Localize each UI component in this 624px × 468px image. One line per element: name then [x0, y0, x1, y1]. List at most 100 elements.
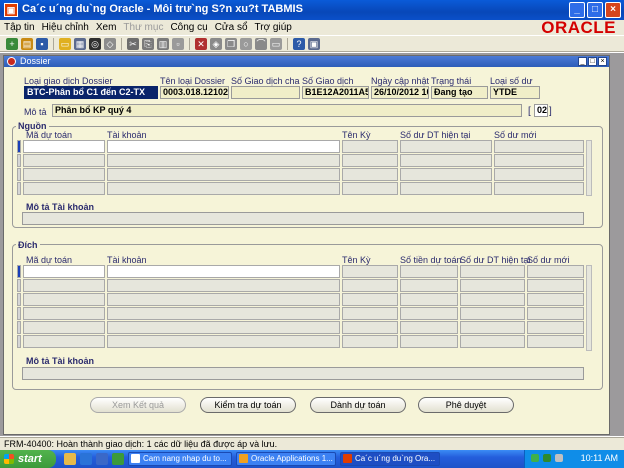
row-marker[interactable]: [17, 168, 21, 181]
start-button[interactable]: start: [0, 450, 56, 468]
grid-cell[interactable]: [400, 140, 492, 153]
grid-cell[interactable]: [527, 321, 584, 334]
grid-cell[interactable]: [23, 140, 105, 153]
row-marker[interactable]: [17, 279, 21, 292]
help-icon[interactable]: ?: [293, 37, 305, 50]
grid-cell[interactable]: [107, 335, 340, 348]
grid-cell[interactable]: [23, 307, 105, 320]
grid-cell[interactable]: [342, 321, 398, 334]
grid-cell[interactable]: [342, 335, 398, 348]
find-icon[interactable]: ◎: [89, 37, 101, 50]
row-marker[interactable]: [17, 182, 21, 195]
bracket-field[interactable]: 02: [534, 104, 548, 117]
grid-cell[interactable]: [527, 293, 584, 306]
task-oracle-forms[interactable]: Ca´c u´ng du`ng Ora...: [340, 452, 440, 466]
desktop-icon[interactable]: [96, 453, 108, 465]
ngay-cap-nhat-field[interactable]: 26/10/2012 10:0: [371, 86, 429, 99]
danh-du-toan-button[interactable]: Dành dự toán: [310, 397, 406, 413]
form-close-button[interactable]: ×: [598, 57, 607, 66]
row-marker[interactable]: [17, 140, 21, 153]
folder-tools-icon[interactable]: ▭: [270, 37, 282, 50]
grid-cell[interactable]: [107, 182, 340, 195]
volume-icon[interactable]: [555, 454, 563, 462]
phe-duyet-button[interactable]: Phê duyệt: [418, 397, 514, 413]
grid-cell[interactable]: [107, 293, 340, 306]
menu-file[interactable]: Tập tin: [4, 22, 35, 33]
grid-cell[interactable]: [400, 265, 458, 278]
print-icon[interactable]: ▦: [74, 37, 86, 50]
so-gd-field[interactable]: B1E12A2011A52: [302, 86, 369, 99]
grid-cell[interactable]: [400, 154, 492, 167]
task-cam-nang[interactable]: Cam nang nhap du to...: [128, 452, 232, 466]
delete-icon[interactable]: ✕: [195, 37, 207, 50]
menu-folder[interactable]: Thư mục: [123, 22, 163, 33]
grid-cell[interactable]: [342, 265, 398, 278]
paperclip-icon[interactable]: ⌒: [255, 37, 267, 50]
grid-cell[interactable]: [527, 279, 584, 292]
grid-cell[interactable]: [400, 182, 492, 195]
menu-window[interactable]: Cửa sổ: [215, 22, 248, 33]
ten-loai-field[interactable]: 0003.018.121026.k: [160, 86, 229, 99]
zoom-icon[interactable]: ◇: [104, 37, 116, 50]
mo-ta-field[interactable]: Phân bổ KP quý 4: [52, 104, 522, 117]
grid-cell[interactable]: [342, 140, 398, 153]
grid-cell[interactable]: [400, 168, 492, 181]
row-marker[interactable]: [17, 154, 21, 167]
grid-cell[interactable]: [342, 154, 398, 167]
grid-cell[interactable]: [107, 321, 340, 334]
clear-icon[interactable]: ▫: [172, 37, 184, 50]
minimize-button[interactable]: _: [569, 2, 585, 18]
grid-cell[interactable]: [23, 265, 105, 278]
window-help-icon[interactable]: ▣: [308, 37, 320, 50]
grid-cell[interactable]: [342, 168, 398, 181]
grid-cell[interactable]: [342, 293, 398, 306]
explorer-icon[interactable]: [64, 453, 76, 465]
grid-cell[interactable]: [107, 154, 340, 167]
grid-cell[interactable]: [107, 307, 340, 320]
kiem-tra-du-toan-button[interactable]: Kiểm tra dự toán: [200, 397, 296, 413]
grid-cell[interactable]: [23, 335, 105, 348]
record-icon[interactable]: ○: [240, 37, 252, 50]
grid-cell[interactable]: [23, 321, 105, 334]
network-icon[interactable]: [531, 454, 539, 462]
grid-cell[interactable]: [400, 279, 458, 292]
folder-icon[interactable]: ▭: [59, 37, 71, 50]
menu-tools[interactable]: Công cụ: [170, 22, 207, 33]
grid-cell[interactable]: [460, 293, 525, 306]
grid-cell[interactable]: [527, 307, 584, 320]
grid-cell[interactable]: [400, 321, 458, 334]
grid-cell[interactable]: [342, 182, 398, 195]
so-gd-cha-field[interactable]: [231, 86, 300, 99]
paste-icon[interactable]: ▥: [157, 37, 169, 50]
task-oracle-apps[interactable]: Oracle Applications 1...: [236, 452, 336, 466]
save-icon[interactable]: ▪: [36, 37, 48, 50]
dich-mo-ta-tk-field[interactable]: [22, 367, 584, 380]
ie-icon[interactable]: [80, 453, 92, 465]
security-icon[interactable]: [543, 454, 551, 462]
translate-icon[interactable]: ◈: [210, 37, 222, 50]
quicklaunch-more-icon[interactable]: [112, 453, 124, 465]
row-marker[interactable]: [17, 307, 21, 320]
row-marker[interactable]: [17, 265, 21, 278]
grid-cell[interactable]: [107, 140, 340, 153]
grid-cell[interactable]: [460, 307, 525, 320]
menu-view[interactable]: Xem: [96, 22, 117, 33]
menu-help[interactable]: Trợ giúp: [255, 22, 292, 33]
grid-cell[interactable]: [342, 307, 398, 320]
nguon-scrollbar[interactable]: [586, 140, 592, 196]
grid-cell[interactable]: [494, 140, 584, 153]
grid-cell[interactable]: [460, 279, 525, 292]
maximize-button[interactable]: □: [587, 2, 603, 18]
xem-ket-qua-button[interactable]: Xem Kết quả: [90, 397, 186, 413]
grid-cell[interactable]: [107, 279, 340, 292]
row-marker[interactable]: [17, 293, 21, 306]
grid-cell[interactable]: [342, 279, 398, 292]
grid-cell[interactable]: [23, 182, 105, 195]
grid-cell[interactable]: [460, 321, 525, 334]
grid-cell[interactable]: [400, 307, 458, 320]
grid-cell[interactable]: [107, 265, 340, 278]
grid-cell[interactable]: [23, 154, 105, 167]
grid-cell[interactable]: [494, 182, 584, 195]
attach-icon[interactable]: ❐: [225, 37, 237, 50]
grid-cell[interactable]: [23, 279, 105, 292]
